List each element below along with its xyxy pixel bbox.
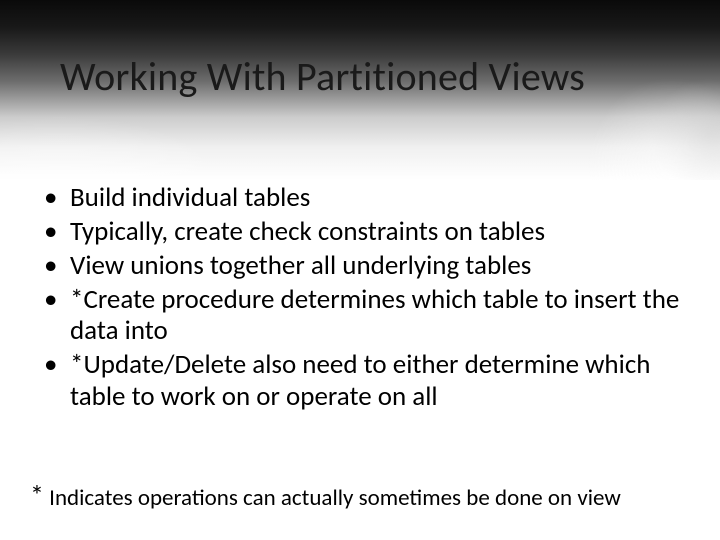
- footnote-text: Indicates operations can actually someti…: [44, 484, 621, 512]
- list-item: *Update/Delete also need to either deter…: [64, 349, 682, 413]
- slide-body: Build individual tables Typically, creat…: [30, 182, 682, 415]
- list-item: View unions together all underlying tabl…: [64, 250, 682, 282]
- list-item: Typically, create check constraints on t…: [64, 216, 682, 248]
- list-item: *Create procedure determines which table…: [64, 284, 682, 348]
- bullet-list: Build individual tables Typically, creat…: [30, 182, 682, 413]
- slide-title: Working With Partitioned Views: [60, 52, 680, 101]
- slide: Working With Partitioned Views Build ind…: [0, 0, 720, 540]
- footnote-marker: *: [30, 478, 44, 513]
- footnote: * Indicates operations can actually some…: [30, 478, 682, 513]
- list-item: Build individual tables: [64, 182, 682, 214]
